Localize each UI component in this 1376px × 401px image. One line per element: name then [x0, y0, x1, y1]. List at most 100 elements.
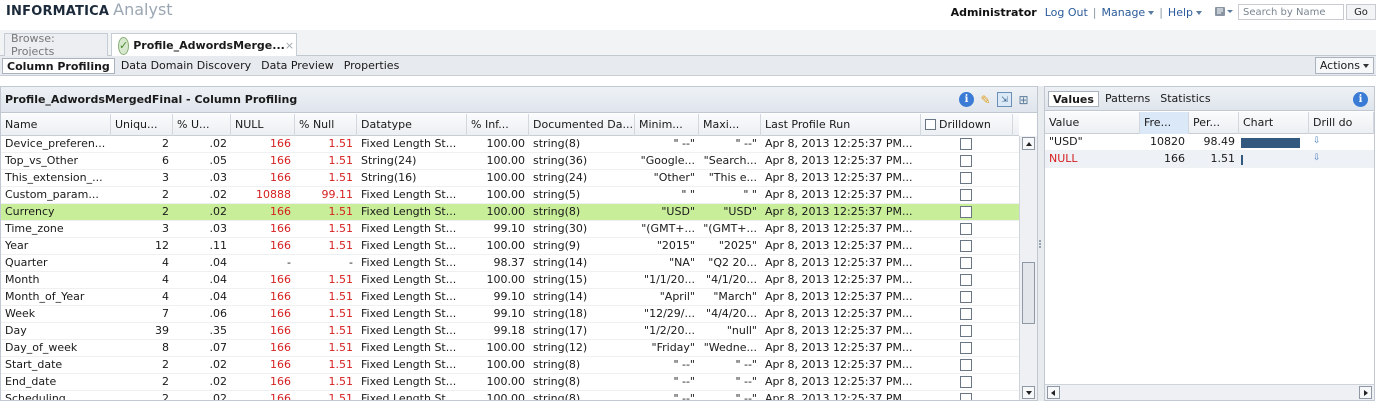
grid-header: Name Uniqu... % U... NULL % Null Datatyp…	[1, 114, 1019, 136]
value-row[interactable]: "USD" 10820 98.49 ⇩	[1045, 134, 1374, 151]
cell-max: "March"	[713, 290, 757, 303]
col-header-percent[interactable]: Per...	[1189, 112, 1239, 134]
table-row[interactable]: Day 39 .35 166 1.51 Fixed Length St... 99.18 st…	[1, 323, 1019, 340]
col-header-unique[interactable]: Uniqu...	[111, 114, 173, 136]
help-menu[interactable]: Help	[1168, 6, 1202, 19]
drilldown-checkbox[interactable]	[960, 138, 972, 150]
search-input[interactable]	[1238, 4, 1344, 20]
table-row[interactable]: Time_zone 3 .03 166 1.51 Fixed Length St... 99…	[1, 221, 1019, 238]
actions-button[interactable]: Actions	[1314, 57, 1374, 74]
table-row[interactable]: Scheduling 2 .02 166 1.51 Fixed Length St... 1…	[1, 391, 1019, 400]
drilldown-checkbox[interactable]	[960, 393, 972, 400]
drilldown-checkbox[interactable]	[960, 308, 972, 320]
table-row[interactable]: End_date 2 .02 166 1.51 Fixed Length St... 100…	[1, 374, 1019, 391]
edit-icon[interactable]: ✎	[978, 92, 993, 107]
scroll-right-button[interactable]	[1359, 386, 1372, 399]
col-header-pct-null[interactable]: % Null	[295, 114, 357, 136]
tab-column-profiling[interactable]: Column Profiling	[2, 57, 115, 74]
cell-name: Year	[5, 239, 29, 252]
cell-pinf: 100.00	[486, 137, 526, 150]
col-header-pct-unique[interactable]: % U...	[173, 114, 231, 136]
col-header-chart[interactable]: Chart	[1239, 112, 1309, 134]
drilldown-all-checkbox[interactable]	[925, 119, 936, 130]
tab-data-preview[interactable]: Data Preview	[257, 58, 338, 74]
info-icon[interactable]: i	[1353, 92, 1368, 107]
col-header-minimum[interactable]: Minim...	[635, 114, 699, 136]
scroll-thumb[interactable]	[1022, 262, 1035, 324]
close-icon[interactable]: ×	[285, 39, 294, 52]
table-row[interactable]: Month_of_Year 4 .04 166 1.51 Fixed Length St.…	[1, 289, 1019, 306]
search-type-dropdown[interactable]	[1214, 5, 1234, 19]
drilldown-checkbox[interactable]	[960, 240, 972, 252]
drilldown-checkbox[interactable]	[960, 359, 972, 371]
col-header-maximum[interactable]: Maxi...	[699, 114, 761, 136]
cell-doc: string(14)	[533, 290, 588, 303]
table-row[interactable]: Start_date 2 .02 166 1.51 Fixed Length St... 1…	[1, 357, 1019, 374]
info-icon[interactable]: i	[959, 92, 974, 107]
cell-pinf: 100.00	[486, 375, 526, 388]
vertical-scrollbar[interactable]	[1019, 136, 1037, 400]
tab-statistics[interactable]: Statistics	[1156, 91, 1214, 107]
cell-datatype: String(16)	[361, 171, 417, 184]
col-header-drilldown[interactable]: Drilldown	[921, 114, 1013, 136]
table-row[interactable]: Currency 2 .02 166 1.51 Fixed Length St... 100…	[1, 204, 1019, 221]
drilldown-checkbox[interactable]	[960, 189, 972, 201]
scroll-left-button[interactable]	[1047, 386, 1060, 399]
table-row[interactable]: Month 4 .04 166 1.51 Fixed Length St... 100.00…	[1, 272, 1019, 289]
col-header-documented[interactable]: Documented Da...	[529, 114, 635, 136]
cell-datatype: Fixed Length St...	[361, 358, 457, 371]
drilldown-icon[interactable]: ⇩	[1313, 136, 1321, 146]
hierarchy-icon[interactable]: ⊞	[1016, 92, 1031, 107]
export-icon[interactable]: ⇲	[997, 92, 1012, 107]
tab-browse-projects[interactable]: Browse: Projects	[4, 32, 108, 58]
drilldown-checkbox[interactable]	[960, 172, 972, 184]
cell-min: "Friday"	[651, 341, 695, 354]
col-header-name[interactable]: Name	[1, 114, 111, 136]
col-header-last-run[interactable]: Last Profile Run	[761, 114, 921, 136]
drilldown-checkbox[interactable]	[960, 274, 972, 286]
col-header-drilldown[interactable]: Drill do	[1309, 112, 1374, 134]
logout-link[interactable]: Log Out	[1045, 6, 1088, 19]
drilldown-icon[interactable]: ⇩	[1313, 153, 1321, 163]
table-row[interactable]: Top_vs_Other 6 .05 166 1.51 String(24) 100.00 s…	[1, 153, 1019, 170]
go-button[interactable]: Go	[1346, 4, 1376, 20]
table-row[interactable]: Device_preferen... 2 .02 166 1.51 Fixed Lengt…	[1, 136, 1019, 153]
manage-menu[interactable]: Manage	[1102, 6, 1155, 19]
tab-profile-label: Profile_AdwordsMerge...	[133, 39, 285, 52]
tab-values[interactable]: Values	[1048, 90, 1099, 107]
drilldown-checkbox[interactable]	[960, 257, 972, 269]
cell-pnull: 1.51	[328, 171, 354, 184]
scroll-down-button[interactable]	[1022, 386, 1035, 399]
drilldown-checkbox[interactable]	[960, 376, 972, 388]
cell-datatype: Fixed Length St...	[361, 256, 457, 269]
value-row[interactable]: NULL 166 1.51 ⇩	[1045, 151, 1374, 168]
tab-patterns[interactable]: Patterns	[1101, 91, 1154, 107]
drilldown-checkbox[interactable]	[960, 342, 972, 354]
tab-properties[interactable]: Properties	[340, 58, 404, 74]
drilldown-checkbox[interactable]	[960, 291, 972, 303]
cell-unique: 2	[162, 375, 169, 388]
col-header-datatype[interactable]: Datatype	[357, 114, 467, 136]
cell-min: " --"	[673, 375, 695, 388]
cell-min: "NA"	[669, 256, 695, 269]
horizontal-scrollbar[interactable]	[1045, 384, 1374, 400]
drilldown-checkbox[interactable]	[960, 223, 972, 235]
col-header-frequency[interactable]: Fre...	[1140, 112, 1189, 134]
cell-datatype: Fixed Length St...	[361, 273, 457, 286]
scroll-up-button[interactable]	[1022, 137, 1035, 150]
drilldown-checkbox[interactable]	[960, 325, 972, 337]
table-row[interactable]: Custom_param... 2 .02 10888 99.11 Fixed Lengt…	[1, 187, 1019, 204]
col-header-null[interactable]: NULL	[231, 114, 295, 136]
drilldown-checkbox[interactable]	[960, 206, 972, 218]
table-row[interactable]: Week 7 .06 166 1.51 Fixed Length St... 99.10 st…	[1, 306, 1019, 323]
tab-data-domain-discovery[interactable]: Data Domain Discovery	[117, 58, 255, 74]
table-row[interactable]: Year 12 .11 166 1.51 Fixed Length St... 100.00…	[1, 238, 1019, 255]
cell-null: 10888	[256, 188, 291, 201]
table-row[interactable]: Quarter 4.04- - Fixed Length St... 98.37 stri…	[1, 255, 1019, 272]
col-header-value[interactable]: Value	[1045, 112, 1140, 134]
col-header-pct-inferred[interactable]: % Inf...	[467, 114, 529, 136]
tab-profile[interactable]: ✓ Profile_AdwordsMerge... ×	[111, 33, 297, 57]
drilldown-checkbox[interactable]	[960, 155, 972, 167]
table-row[interactable]: Day_of_week 8 .07 166 1.51 Fixed Length St...…	[1, 340, 1019, 357]
table-row[interactable]: This_extension_... 3 .03 166 1.51 String(16) 1…	[1, 170, 1019, 187]
